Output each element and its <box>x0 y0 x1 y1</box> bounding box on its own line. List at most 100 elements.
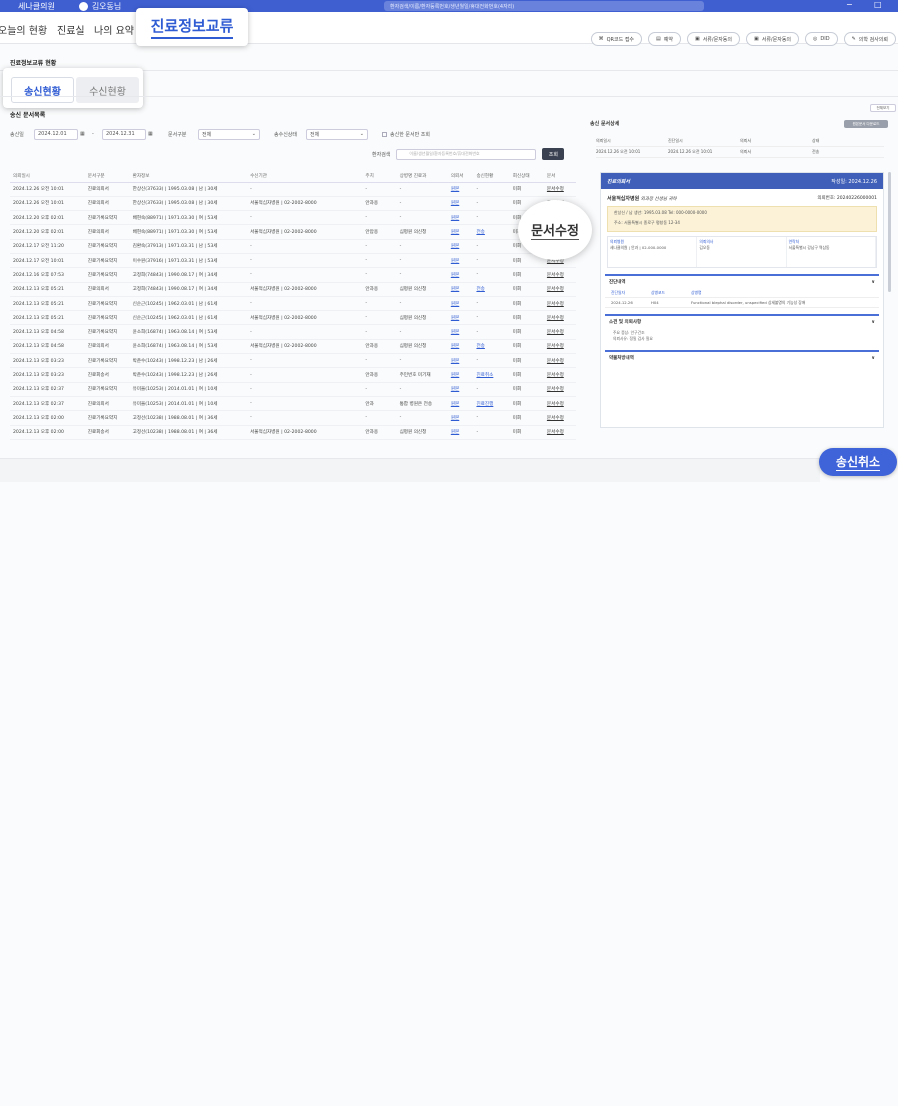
table-row[interactable]: 2024.12.13 오후 02:37 진료의뢰서 유미을(10253) | 201… <box>10 396 576 412</box>
calendar-icon[interactable]: ▦ <box>148 131 153 137</box>
table-row[interactable]: 2024.12.17 오전 10:01 진료기록요약지 이수원(37916) | 1… <box>10 253 576 269</box>
edit-doc-link[interactable]: 문서수정 <box>543 353 576 369</box>
original-doc-link[interactable]: 원본 <box>447 353 474 369</box>
date-to-input[interactable]: 2024.12.31 <box>102 128 146 140</box>
did-button[interactable]: ◎ DID <box>805 32 838 46</box>
original-doc-link[interactable]: 원본 <box>447 224 474 240</box>
status-select[interactable]: 전체 ⌄ <box>306 128 368 140</box>
maximize-button[interactable]: □ <box>874 0 882 9</box>
tab-sent-status[interactable]: 송신현황 <box>11 77 74 103</box>
reservation-button[interactable]: ▤ 예약 <box>648 32 681 46</box>
table-row[interactable]: 2024.12.20 오후 02:01 진료의뢰서 배현숙(88971) | 197… <box>10 224 576 240</box>
edit-doc-link[interactable]: 문서수정 <box>543 396 576 412</box>
original-doc-link[interactable]: 원본 <box>447 410 474 426</box>
info-header: 진단일시 <box>668 138 683 143</box>
original-doc-link[interactable]: 원본 <box>447 382 474 397</box>
table-row[interactable]: 2024.12.26 오전 10:01 진료의뢰서 한상신(37633) | 199… <box>10 196 576 212</box>
table-row[interactable]: 2024.12.13 오후 04:58 진료기록요약지 윤소희(16874) | 1… <box>10 324 576 340</box>
user-menu[interactable]: 김오동님 <box>78 1 121 12</box>
table-row[interactable]: 2024.12.13 오후 03:23 진료회송서 박춘수(10243) | 199… <box>10 367 576 383</box>
table-row[interactable]: 2024.12.13 오후 05:21 진료의뢰서 고정희(74843) | 199… <box>10 282 576 297</box>
chevron-down-icon: ∨ <box>871 319 875 325</box>
doc-consent-button[interactable]: ▣ 서류/문자동의 <box>686 32 740 46</box>
doc-type-label: 문서구분 <box>168 131 187 138</box>
table-row[interactable]: 2024.12.13 오후 04:58 진료의뢰서 윤소희(16874) | 196… <box>10 339 576 355</box>
menu-item-info-exchange[interactable]: 진료정보교류 <box>136 8 248 46</box>
detail-scrollbar[interactable] <box>888 172 891 292</box>
original-doc-link[interactable]: 원본 <box>447 339 474 355</box>
edit-doc-link[interactable]: 문서수정 <box>543 410 576 426</box>
prescription-section-header[interactable]: 약물처방내역 ∨ <box>605 352 879 364</box>
edit-doc-link[interactable]: 문서수정 <box>543 296 576 312</box>
table-row[interactable]: 2024.12.16 오후 07:53 진료기록요약지 고정희(74843) | 1… <box>10 267 576 283</box>
edit-doc-link[interactable]: 문서수정 <box>543 182 576 197</box>
table-row[interactable]: 2024.12.13 오후 05:21 진료기록요약지 신순근(10245) | 1… <box>10 310 576 326</box>
edit-doc-zoom-button[interactable]: 문서수정 <box>518 200 592 260</box>
edit-doc-link[interactable]: 문서수정 <box>543 339 576 355</box>
view-all-button[interactable]: 전체보기 <box>870 104 896 112</box>
original-doc-link[interactable]: 원본 <box>447 367 474 383</box>
table-row[interactable]: 2024.12.13 오후 02:00 진료기록요약지 고정선(10238) | 1… <box>10 410 576 426</box>
original-doc-link[interactable]: 원본 <box>447 196 474 212</box>
search-button[interactable]: 조회 <box>542 148 565 160</box>
table-cell: 2024.12.13 오후 03:23 <box>10 367 85 383</box>
minimize-button[interactable]: − <box>846 0 853 9</box>
menu-item-summary[interactable]: 나의 요약 <box>94 22 134 37</box>
original-doc-link[interactable]: 원본 <box>447 210 474 226</box>
table-row[interactable]: 2024.12.20 오후 02:01 진료기록요약지 배현숙(88971) | 1… <box>10 210 576 226</box>
date-from-input[interactable]: 2024.12.01 <box>34 128 78 140</box>
global-search-input[interactable]: 환자검색/이름/환자등록번호/생년월일/휴대전화번호(4자리) <box>384 1 704 11</box>
edit-doc-link[interactable]: 문서수정 <box>543 267 576 283</box>
table-row[interactable]: 2024.12.17 오전 11:20 진료기록요약지 김환숙(37913) | 1… <box>10 239 576 254</box>
table-cell: 진료기록요약지 <box>84 239 130 254</box>
patient-search-input[interactable]: 이름/생년월일/환자등록번호/휴대전화번호 <box>396 148 537 160</box>
edit-doc-link[interactable]: 문서수정 <box>543 425 576 440</box>
diagnosis-section-header[interactable]: 진단내역 ∨ <box>605 276 879 288</box>
table-cell: 심평원 의신청 <box>396 425 448 440</box>
edit-doc-link[interactable]: 문서수정 <box>543 310 576 326</box>
table-cell: 미회 <box>509 296 544 312</box>
table-cell: - <box>362 353 397 369</box>
original-doc-link[interactable]: 원본 <box>447 253 474 269</box>
clinic-name: 세나클의원 <box>18 1 55 11</box>
original-doc-link[interactable]: 원본 <box>447 396 474 412</box>
table-cell: - <box>362 382 397 397</box>
original-doc-link[interactable]: 원본 <box>447 324 474 340</box>
original-doc-link[interactable]: 원본 <box>447 296 474 312</box>
original-doc-link[interactable]: 원본 <box>447 310 474 326</box>
original-doc-link[interactable]: 원본 <box>447 425 474 440</box>
table-row[interactable]: 2024.12.13 오후 02:00 진료회송서 고정선(10238) | 198… <box>10 425 576 440</box>
edit-doc-link[interactable]: 문서수정 <box>543 282 576 297</box>
edit-doc-link[interactable]: 문서수정 <box>543 324 576 340</box>
original-doc-link[interactable]: 원본 <box>447 282 474 297</box>
table-row[interactable]: 2024.12.13 오후 03:23 진료기록요약지 박춘수(10243) | 1… <box>10 353 576 369</box>
table-cell: 안과용 <box>362 282 397 297</box>
table-row[interactable]: 2024.12.26 오전 10:01 진료의뢰서 한상신(37633) | 199… <box>10 182 576 197</box>
diag-header-row: 진단일자 상병코드 상병명 <box>605 288 879 298</box>
edit-doc-link[interactable]: 문서수정 <box>543 382 576 397</box>
sent-doc-list: 송신 문서목록 <box>10 110 576 119</box>
table-cell: - <box>247 324 363 340</box>
tab-received-status[interactable]: 수신현황 <box>76 77 139 103</box>
opinion-section-header[interactable]: 소견 및 의뢰사항 ∨ <box>605 316 879 328</box>
menu-item-clinic[interactable]: 진료실 <box>57 22 85 37</box>
doc-type-select[interactable]: 전체 ⌄ <box>198 128 260 140</box>
original-doc-link[interactable]: 원본 <box>447 267 474 283</box>
qr-reception-button[interactable]: ⌘ QR코드 접수 <box>590 32 643 46</box>
cancel-send-button[interactable]: 송신취소 <box>819 448 897 476</box>
patient-line-1: 한상신 / 남 생년: 1995.03.08 Tel: 000-0000-000… <box>614 210 707 215</box>
download-original-button[interactable]: 원본문서 다운로드 <box>844 120 888 128</box>
table-cell: 2024.12.13 오후 04:58 <box>10 339 85 355</box>
exam-request-button[interactable]: ✎ 의학 검사의뢰 <box>843 32 896 46</box>
table-row[interactable]: 2024.12.13 오후 02:37 진료기록요약지 유미을(10253) | 2… <box>10 382 576 397</box>
original-doc-link[interactable]: 원본 <box>447 182 474 197</box>
calendar-icon[interactable]: ▦ <box>80 131 85 137</box>
doc-consent-button-2[interactable]: ▣ 서류/문자동의 <box>746 32 800 46</box>
table-row[interactable]: 2024.12.13 오후 05:21 진료기록요약지 신순근(10245) | 1… <box>10 296 576 312</box>
table-cell: 2024.12.13 오후 05:21 <box>10 296 85 312</box>
original-doc-link[interactable]: 원본 <box>447 239 474 254</box>
sent-only-checkbox[interactable] <box>382 131 387 137</box>
table-cell: - <box>362 267 397 283</box>
menu-item-today[interactable]: 오늘의 현황 <box>0 22 47 37</box>
edit-doc-link[interactable]: 문서수정 <box>543 367 576 383</box>
